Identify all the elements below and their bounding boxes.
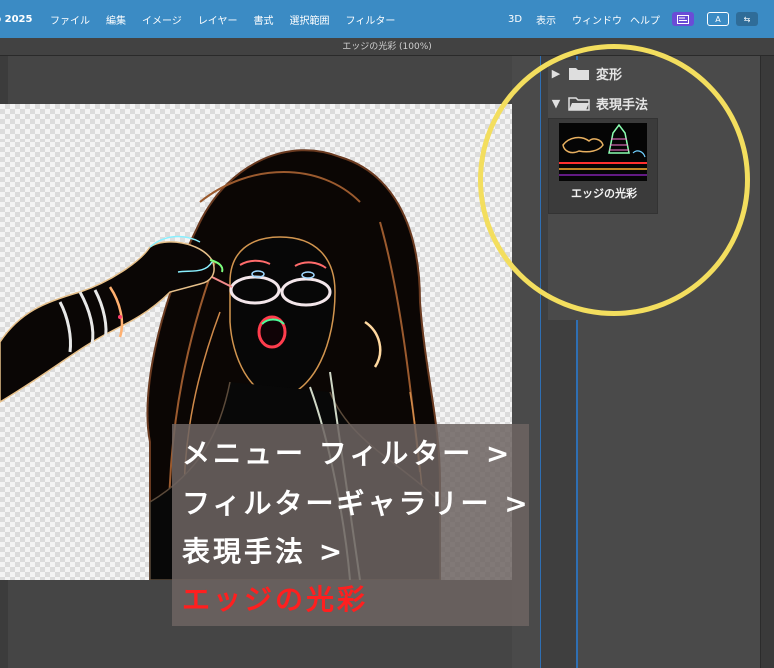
- swap-icon[interactable]: ⇆: [736, 12, 758, 26]
- transparency-grid: [0, 104, 512, 144]
- menu-file[interactable]: ファイル: [50, 12, 90, 27]
- menu-filter[interactable]: フィルター: [346, 12, 396, 27]
- highlight-circle: [478, 44, 750, 316]
- type-a-icon[interactable]: A: [707, 12, 729, 26]
- instruction-overlay: メニュー フィルター > フィルターギャラリー > 表現手法 > エッジの光彩: [172, 424, 529, 626]
- instruction-line-menu: メニュー フィルター >: [182, 437, 513, 470]
- instruction-line-filter-name: エッジの光彩: [182, 583, 369, 616]
- menu-image[interactable]: イメージ: [142, 12, 182, 27]
- card-icon[interactable]: [672, 12, 694, 26]
- menu-bar: p 2025 ファイル 編集 イメージ レイヤー 書式 選択範囲 フィルター 3…: [0, 0, 774, 38]
- instruction-line-stylize: 表現手法 >: [182, 535, 346, 568]
- menu-help[interactable]: ヘルプ: [630, 12, 660, 27]
- menu-type[interactable]: 書式: [254, 12, 274, 27]
- app-title: p 2025: [0, 13, 33, 25]
- menu-view[interactable]: 表示: [536, 12, 556, 27]
- instruction-line-gallery: フィルターギャラリー >: [182, 487, 531, 520]
- menu-layer[interactable]: レイヤー: [198, 12, 238, 27]
- menu-window[interactable]: ウィンドウ: [572, 12, 622, 27]
- menu-edit[interactable]: 編集: [106, 12, 126, 27]
- menu-3d[interactable]: 3D: [508, 14, 522, 25]
- settings-panel-edge: [760, 56, 774, 668]
- menu-select[interactable]: 選択範囲: [290, 12, 330, 27]
